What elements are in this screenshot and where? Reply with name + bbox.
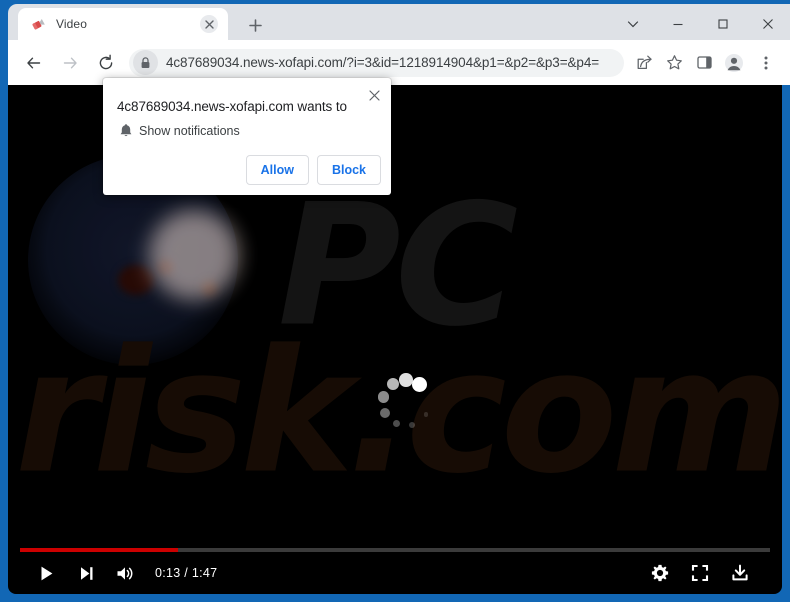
tab-search-button[interactable] [610,4,655,44]
chevron-down-icon [627,21,638,28]
pcrisk-watermark: PC risk.com [15,181,782,512]
tab-title: Video [56,17,87,31]
side-panel-icon[interactable] [690,49,718,77]
allow-button[interactable]: Allow [245,155,309,185]
video-favicon-icon [30,16,47,33]
gear-icon [651,564,669,582]
bell-icon [119,123,133,143]
watermark-line-2: risk.com [15,313,782,512]
tab-close-icon[interactable] [200,15,218,33]
next-track-icon [80,566,92,580]
new-tab-button[interactable] [242,12,268,38]
three-dot-menu-icon[interactable] [752,49,780,77]
volume-icon [117,566,133,580]
maximize-button[interactable] [700,4,745,44]
minimize-button[interactable] [655,4,700,44]
dialog-actions: Allow Block [245,155,381,185]
block-button[interactable]: Block [316,155,381,185]
browser-window: Video 4c87689034.news-xofapi.com/?i=3&id… [0,0,790,602]
video-controls: 0:13 / 1:47 [8,552,782,594]
close-window-button[interactable] [745,4,790,44]
plus-icon [248,18,262,32]
arrow-left-icon [27,57,41,68]
download-button[interactable] [720,553,760,593]
notification-permission-dialog: 4c87689034.news-xofapi.com wants to Show… [103,78,391,195]
reload-icon [99,54,113,69]
reload-button[interactable] [92,49,120,77]
lock-icon[interactable] [133,50,158,75]
minimize-icon [673,23,682,26]
browser-tab[interactable]: Video [18,8,228,40]
forward-button[interactable] [56,49,84,77]
back-button[interactable] [20,49,48,77]
share-icon[interactable] [630,49,658,77]
video-timecode: 0:13 / 1:47 [155,566,218,580]
next-button[interactable] [66,553,106,593]
dialog-title: 4c87689034.news-xofapi.com wants to [117,99,347,114]
fullscreen-button[interactable] [680,553,720,593]
bookmark-star-icon[interactable] [660,49,688,77]
play-button[interactable] [26,553,66,593]
play-icon [41,566,52,580]
dialog-permission-row: Show notifications [119,124,240,138]
dialog-permission-label: Show notifications [139,124,240,138]
maximize-icon [717,19,728,29]
arrow-right-icon [63,57,77,68]
settings-button[interactable] [640,553,680,593]
volume-button[interactable] [106,553,146,593]
address-bar[interactable]: 4c87689034.news-xofapi.com/?i=3&id=12189… [129,48,624,77]
profile-avatar-icon[interactable] [720,49,748,77]
url-text[interactable]: 4c87689034.news-xofapi.com/?i=3&id=12189… [166,55,599,70]
fullscreen-icon [691,564,709,582]
dialog-close-icon[interactable] [363,84,385,106]
window-caption-buttons [610,4,790,44]
tab-strip: Video [8,4,790,40]
download-icon [732,564,748,581]
close-icon [762,19,773,29]
